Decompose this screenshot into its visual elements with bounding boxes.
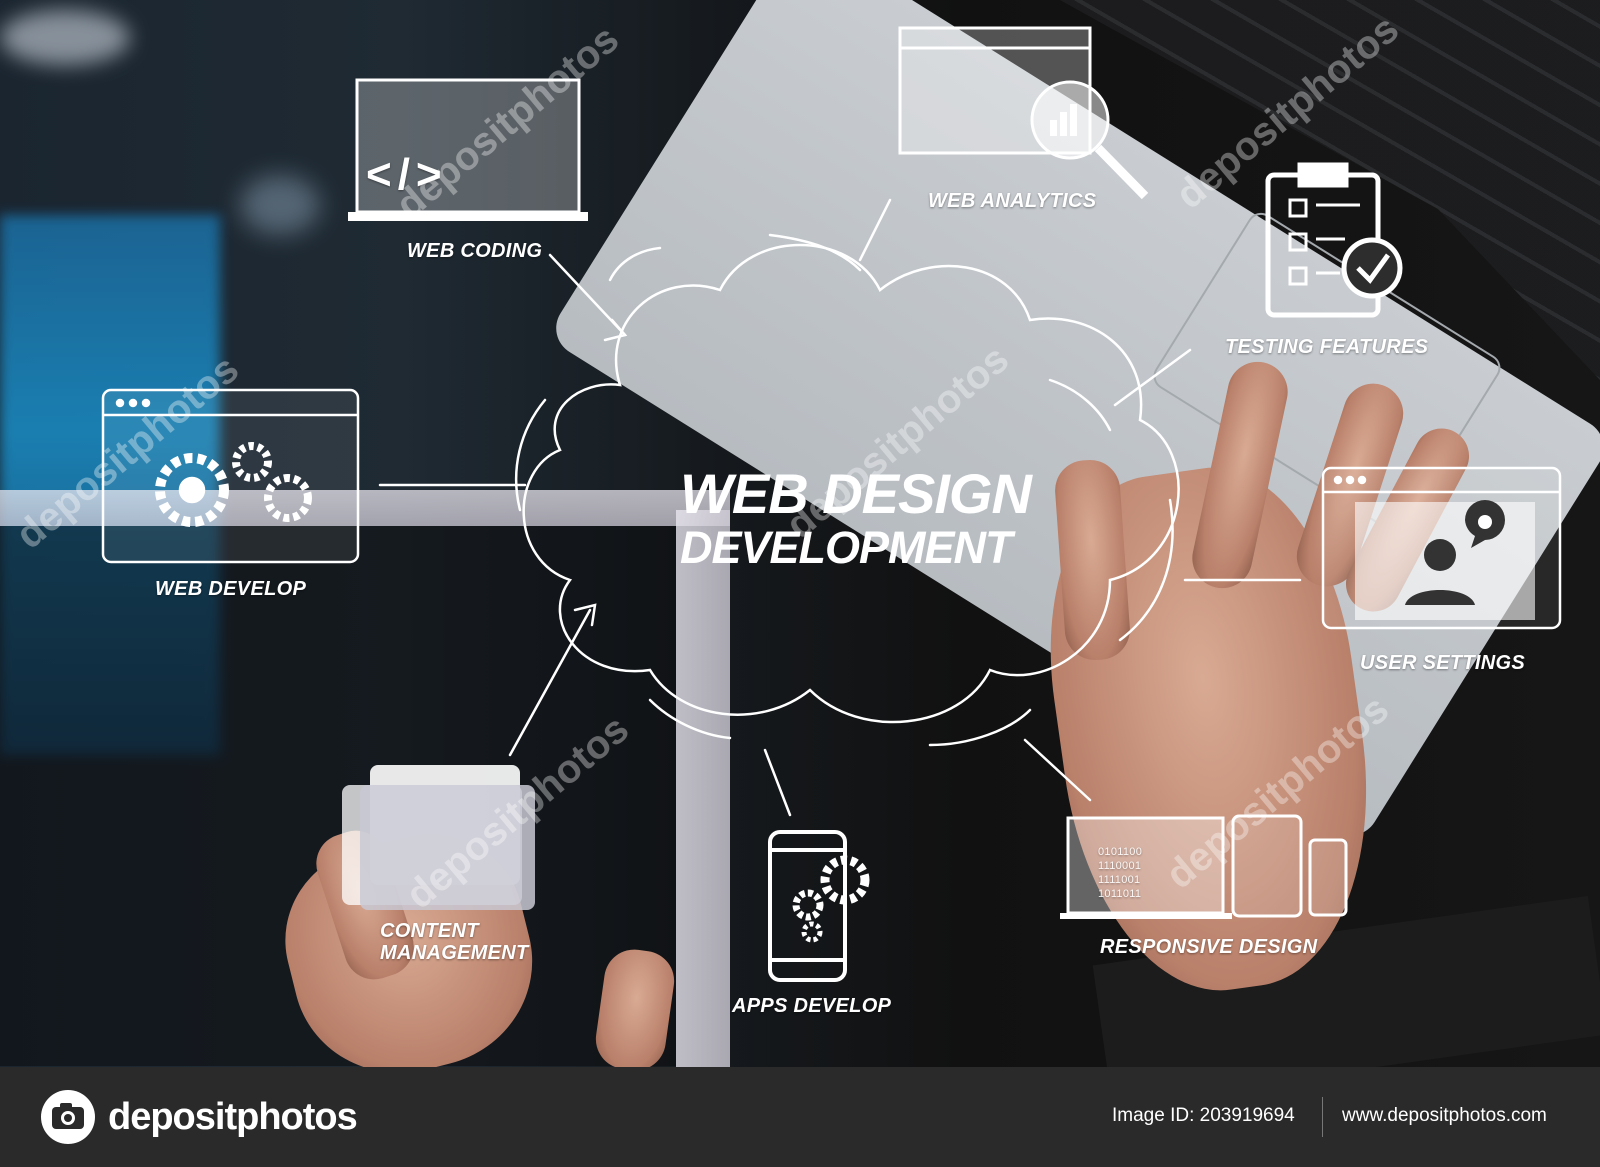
site-url[interactable]: www.depositphotos.com bbox=[1342, 1105, 1547, 1127]
label-web-coding: WEB CODING bbox=[407, 240, 543, 262]
label-responsive-design: RESPONSIVE DESIGN bbox=[1100, 936, 1318, 958]
arrow-head bbox=[573, 603, 597, 627]
arrow-head bbox=[603, 318, 628, 342]
stock-photo: </> 0101100 1110001 1111001 1011011 WEB DES… bbox=[0, 0, 1600, 1167]
footer-bar: depositphotos Image ID: 203919694 www.de… bbox=[0, 1067, 1600, 1167]
connector-line bbox=[858, 198, 892, 262]
cloud-arc bbox=[768, 233, 862, 272]
label-user-settings: USER SETTINGS bbox=[1360, 652, 1526, 674]
cloud-arc bbox=[514, 398, 547, 512]
phone-gears-icon bbox=[768, 830, 870, 982]
connector-line bbox=[763, 748, 792, 817]
cloud-arc bbox=[608, 246, 662, 282]
label-apps-develop: APPS DEVELOP bbox=[732, 995, 892, 1017]
cloud-arc bbox=[1118, 498, 1174, 642]
brand-logo[interactable]: depositphotos bbox=[40, 1087, 358, 1147]
brand-name: depositphotos bbox=[108, 1095, 358, 1138]
user-settings-icon bbox=[1321, 466, 1562, 630]
browser-analytics-icon bbox=[898, 26, 1149, 200]
label-testing-features: TESTING FEATURES bbox=[1225, 336, 1429, 358]
center-title-line2: DEVELOPMENT bbox=[680, 522, 1013, 573]
connector-line bbox=[1023, 738, 1092, 802]
label-web-analytics: WEB ANALYTICS bbox=[928, 190, 1097, 212]
image-id: Image ID: 203919694 bbox=[1112, 1105, 1295, 1126]
binary-text: 0101100 1110001 1111001 1011011 bbox=[1098, 846, 1143, 900]
clipboard-check-icon bbox=[1265, 162, 1403, 318]
label-content-management: CONTENT MANAGEMENT bbox=[380, 920, 529, 964]
label-web-develop: WEB DEVELOP bbox=[155, 578, 307, 600]
cloud-arc bbox=[928, 708, 1032, 747]
divider bbox=[1322, 1097, 1323, 1137]
camera-logo-icon bbox=[41, 1090, 95, 1144]
photo-background: </> 0101100 1110001 1111001 1011011 WEB DES… bbox=[0, 0, 1600, 1067]
cloud-arc bbox=[1048, 378, 1112, 432]
